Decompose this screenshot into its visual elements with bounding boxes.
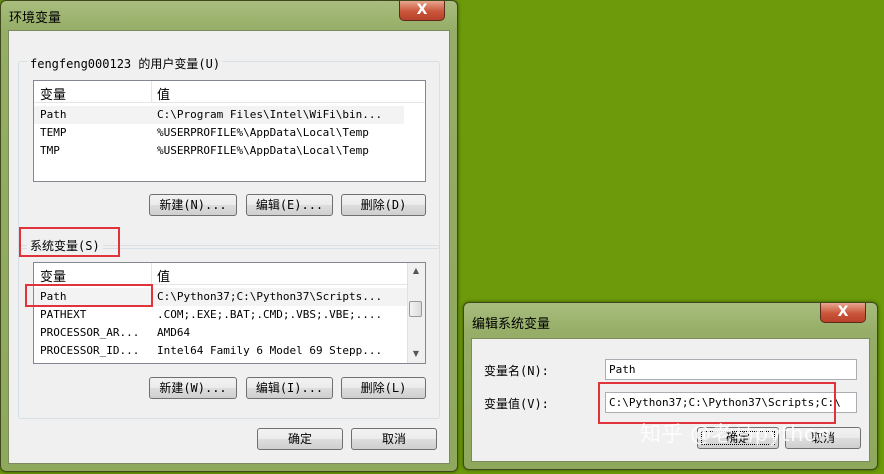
- env-vars-dialog: 环境变量 X fengfeng000123 的用户变量(U) 变量 值 Path…: [0, 0, 458, 472]
- user-delete-button[interactable]: 删除(D): [341, 194, 426, 216]
- var-name: PATHEXT: [40, 308, 87, 321]
- system-vars-list-header: 变量 值: [34, 263, 425, 285]
- table-row[interactable]: PROCESSOR_AR... AMD64: [34, 324, 407, 342]
- table-row[interactable]: Path C:\Program Files\Intel\WiFi\bin...: [34, 106, 404, 124]
- column-header-value[interactable]: 值: [157, 266, 170, 285]
- var-name: PROCESSOR_AR...: [40, 326, 140, 339]
- var-name: TEMP: [40, 126, 67, 139]
- user-vars-group-label: fengfeng000123 的用户变量(U): [27, 55, 224, 72]
- env-dialog-body: fengfeng000123 的用户变量(U) 变量 值 Path C:\Pro…: [8, 30, 450, 464]
- column-header-name[interactable]: 变量: [40, 266, 66, 285]
- column-divider[interactable]: [151, 81, 152, 102]
- scrollbar-thumb[interactable]: [409, 301, 422, 317]
- var-value: %USERPROFILE%\AppData\Local\Temp: [157, 126, 369, 139]
- column-divider[interactable]: [151, 263, 152, 284]
- var-name-field[interactable]: Path: [605, 359, 857, 380]
- var-name-label: 变量名(N):: [484, 364, 549, 378]
- var-name: Path: [40, 108, 67, 121]
- column-header-name[interactable]: 变量: [40, 84, 66, 103]
- system-vars-list[interactable]: 变量 值 Path C:\Python37;C:\Python37\Script…: [33, 262, 426, 364]
- edit-dialog-title: 编辑系统变量: [472, 317, 551, 332]
- env-close-button[interactable]: X: [399, 1, 445, 21]
- table-row[interactable]: PATHEXT .COM;.EXE;.BAT;.CMD;.VBS;.VBE;..…: [34, 306, 407, 324]
- system-delete-button[interactable]: 删除(L): [341, 377, 426, 399]
- table-row[interactable]: PROCESSOR_ID... Intel64 Family 6 Model 6…: [34, 342, 407, 360]
- scroll-down-icon[interactable]: ▼: [408, 347, 424, 361]
- user-vars-list-header: 变量 值: [34, 81, 425, 103]
- var-value: .COM;.EXE;.BAT;.CMD;.VBS;.VBE;....: [157, 308, 383, 321]
- var-value: C:\Python37;C:\Python37\Scripts...: [157, 290, 383, 303]
- table-row[interactable]: TEMP %USERPROFILE%\AppData\Local\Temp: [34, 124, 404, 142]
- env-cancel-button[interactable]: 取消: [351, 428, 437, 450]
- scroll-up-icon[interactable]: ▲: [408, 264, 424, 278]
- var-value-label: 变量值(V):: [484, 397, 549, 411]
- watermark: 知乎 @老马python: [640, 422, 832, 446]
- system-vars-label-highlight: [19, 227, 120, 257]
- user-new-button[interactable]: 新建(N)...: [149, 194, 237, 216]
- var-name: PROCESSOR_ID...: [40, 344, 140, 357]
- system-edit-button[interactable]: 编辑(I)...: [246, 377, 333, 399]
- var-value: AMD64: [157, 326, 191, 339]
- var-value: Intel64 Family 6 Model 69 Stepp...: [157, 344, 383, 357]
- var-value: %USERPROFILE%\AppData\Local\Temp: [157, 144, 369, 157]
- user-edit-button[interactable]: 编辑(E)...: [246, 194, 333, 216]
- user-vars-list[interactable]: 变量 值 Path C:\Program Files\Intel\WiFi\bi…: [33, 80, 426, 182]
- edit-close-button[interactable]: X: [820, 303, 866, 323]
- var-value: C:\Program Files\Intel\WiFi\bin...: [157, 108, 383, 121]
- env-dialog-title: 环境变量: [9, 11, 62, 26]
- env-ok-button[interactable]: 确定: [257, 428, 343, 450]
- table-row[interactable]: TMP %USERPROFILE%\AppData\Local\Temp: [34, 142, 404, 160]
- system-vars-scrollbar[interactable]: ▲ ▼: [407, 263, 425, 363]
- path-row-highlight: [25, 284, 153, 307]
- var-name: TMP: [40, 144, 60, 157]
- system-new-button[interactable]: 新建(W)...: [149, 377, 237, 399]
- close-icon: X: [837, 304, 849, 320]
- column-header-value[interactable]: 值: [157, 84, 170, 103]
- close-icon: X: [416, 2, 428, 18]
